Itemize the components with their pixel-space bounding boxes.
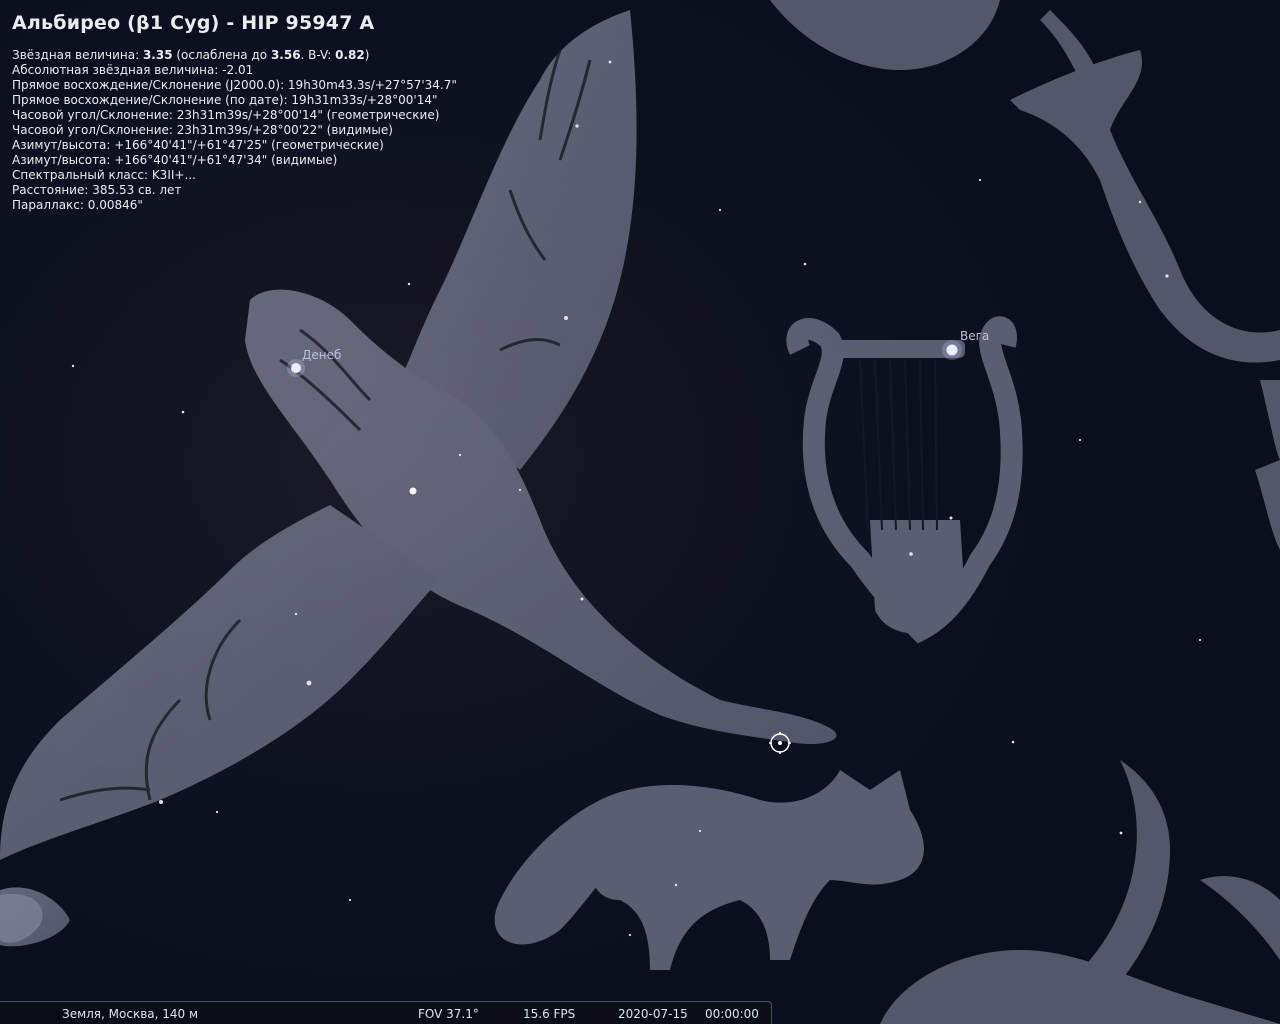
- hour-angle-apparent-line: Часовой угол/Склонение: 23h31m39s/+28°00…: [12, 123, 393, 137]
- parallax-line: Параллакс: 0.00846": [12, 198, 143, 212]
- fps-text: 15.6 FPS: [523, 1007, 576, 1021]
- distance-line: Расстояние: 385.53 св. лет: [12, 183, 182, 197]
- object-info-panel: Альбирео (β1 Cyg) - HIP 95947 A Звёздная…: [12, 12, 457, 213]
- ra-dec-of-date-line: Прямое восхождение/Склонение (по дате): …: [12, 93, 438, 107]
- star-sadr[interactable]: [409, 487, 417, 495]
- vega-label: Вега: [960, 329, 990, 343]
- magnitude-line: Звёздная величина: 3.35 (ослаблена до 3.…: [12, 48, 370, 62]
- azimuth-altitude-apparent-line: Азимут/высота: +166°40'41"/+61°47'34" (в…: [12, 153, 338, 167]
- time-text[interactable]: 00:00:00: [705, 1007, 759, 1021]
- fov-text: FOV 37.1°: [418, 1007, 479, 1021]
- ra-dec-j2000-line: Прямое восхождение/Склонение (J2000.0): …: [12, 78, 457, 92]
- location-text[interactable]: Земля, Москва, 140 м: [62, 1007, 198, 1021]
- star-vega-glow: [942, 340, 962, 360]
- spectral-class-line: Спектральный класс: K3II+...: [12, 168, 196, 182]
- deneb-label: Денеб: [302, 348, 342, 362]
- object-title: Альбирео (β1 Cyg) - HIP 95947 A: [12, 12, 375, 34]
- azimuth-altitude-geometric-line: Азимут/высота: +166°40'41"/+61°47'25" (г…: [12, 138, 384, 152]
- hour-angle-geometric-line: Часовой угол/Склонение: 23h31m39s/+28°00…: [12, 108, 440, 122]
- status-bar: Земля, Москва, 140 м FOV 37.1° 15.6 FPS …: [0, 1001, 772, 1024]
- date-text[interactable]: 2020-07-15: [618, 1007, 688, 1021]
- absolute-magnitude-line: Абсолютная звёздная величина: -2.01: [12, 63, 254, 77]
